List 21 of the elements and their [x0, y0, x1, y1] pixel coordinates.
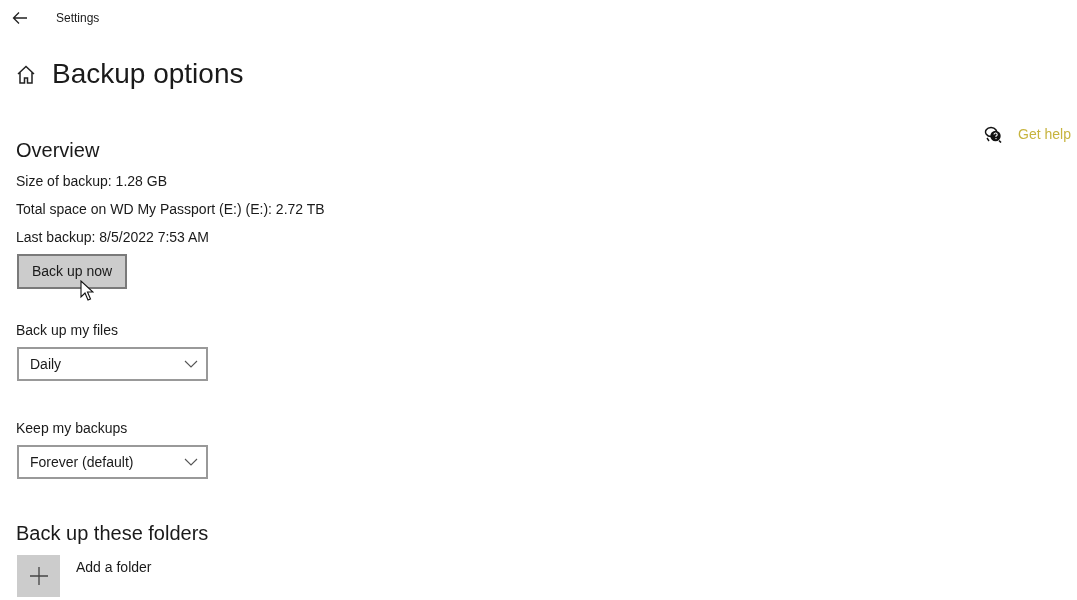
chevron-down-icon: [184, 458, 198, 466]
dropdown[interactable]: Forever (default): [17, 445, 208, 479]
info-text: Size of backup: 1.28 GB: [16, 174, 168, 188]
section-heading: Overview: [16, 140, 101, 160]
mouse-pointer-icon: [80, 280, 94, 301]
page-title: Backup options: [52, 60, 244, 88]
field-label: Back up my files: [16, 323, 119, 337]
home-icon: [16, 64, 36, 84]
dropdown[interactable]: Daily: [17, 347, 208, 381]
chevron-down-icon: [184, 360, 198, 368]
info-text: Last backup: 8/5/2022 7:53 AM: [16, 230, 211, 244]
add-folder-label[interactable]: Add a folder: [76, 557, 152, 578]
field-label: Keep my backups: [16, 421, 129, 435]
section-heading: Back up these folders: [16, 523, 210, 543]
add-folder-button[interactable]: [17, 555, 60, 597]
plus-icon: [29, 567, 48, 585]
back-button[interactable]: [10, 9, 30, 27]
chat-help-icon: [984, 126, 1003, 143]
info-text: Total space on WD My Passport (E:) (E:): 2.72 TB: [16, 202, 326, 216]
back-up-now-button[interactable]: Back up now: [17, 254, 128, 289]
window-title: Settings: [56, 10, 100, 27]
